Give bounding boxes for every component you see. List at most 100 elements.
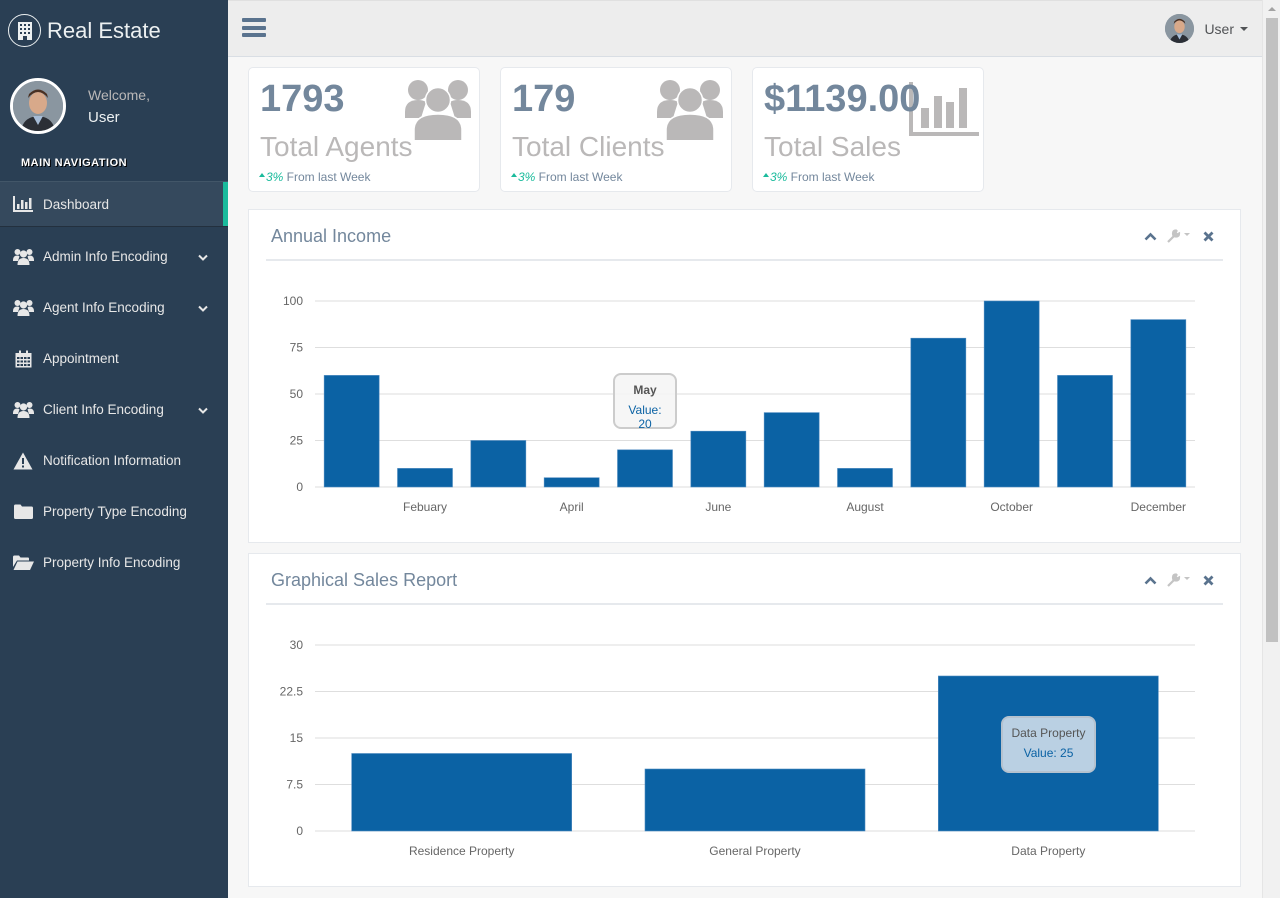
- close-icon[interactable]: [1203, 231, 1214, 242]
- close-icon[interactable]: [1203, 575, 1214, 586]
- y-tick-label: 100: [283, 294, 303, 308]
- brand[interactable]: Real Estate: [8, 14, 161, 47]
- app-title: Real Estate: [47, 17, 161, 43]
- bar-general-property[interactable]: [644, 768, 866, 832]
- panel-title: Annual Income: [271, 226, 392, 246]
- panel-divider: [266, 259, 1223, 261]
- tile-change: 3%: [770, 170, 788, 184]
- folder-icon: [12, 504, 34, 519]
- tile-count: $1139.00: [764, 78, 921, 120]
- sidebar-item-label: Admin Info Encoding: [43, 249, 168, 264]
- chevron-down-icon: [198, 249, 208, 264]
- y-tick-label: 0: [296, 480, 303, 494]
- sidebar-item-label: Appointment: [43, 351, 119, 366]
- bar-september[interactable]: [910, 337, 967, 488]
- tile-change: 3%: [518, 170, 536, 184]
- tooltip-value: Value: 20: [628, 403, 662, 431]
- arrow-up-icon: [763, 173, 769, 177]
- tooltip-title: Data Property: [1011, 726, 1086, 740]
- avatar: [10, 78, 66, 134]
- tile-change: 3%: [266, 170, 284, 184]
- arrow-up-icon: [259, 173, 265, 177]
- bar-october[interactable]: [983, 300, 1040, 488]
- main-navigation: Dashboard Admin Info Encoding Agent Info…: [0, 181, 228, 588]
- users-icon: [12, 299, 34, 316]
- sidebar-item-label: Dashboard: [43, 196, 110, 212]
- sidebar-item-admin-info-encoding[interactable]: Admin Info Encoding: [0, 231, 228, 282]
- bar-june[interactable]: [690, 430, 747, 488]
- sidebar-item-label: Property Info Encoding: [43, 555, 181, 570]
- wrench-settings-icon[interactable]: [1167, 573, 1193, 587]
- user-menu-dropdown[interactable]: User: [1165, 14, 1248, 43]
- y-tick-label: 0: [296, 824, 303, 838]
- panel-graphical-sales-report: 0 7.5 15 22.5 30 Residence Property General Pr…: [248, 553, 1241, 887]
- tooltip-value: Value: 25: [1023, 746, 1074, 760]
- x-tick-label: December: [1131, 500, 1186, 514]
- calendar-icon: [12, 350, 34, 368]
- chevron-down-icon: [198, 402, 208, 417]
- users-icon: [405, 78, 471, 145]
- tile-footer-text: From last Week: [283, 170, 371, 184]
- bar-july[interactable]: [763, 412, 820, 488]
- collapse-chevron-up-icon[interactable]: [1144, 232, 1157, 241]
- sidebar-item-label: Client Info Encoding: [43, 402, 164, 417]
- bar-chart-icon: [12, 196, 34, 212]
- profile-name: User: [88, 108, 120, 126]
- sidebar-item-property-info-encoding[interactable]: Property Info Encoding: [0, 537, 228, 588]
- tile-footer: 3% From last Week: [259, 170, 370, 184]
- welcome-text: Welcome,: [88, 86, 150, 103]
- bar-march[interactable]: [470, 440, 527, 488]
- chart-tooltip: May Value: 20: [613, 373, 677, 431]
- menu-toggle-button[interactable]: [242, 18, 266, 40]
- sidebar: Real Estate Welcome, User MAIN NAVIGATIO…: [0, 0, 228, 898]
- tile-label: Total Agents: [260, 131, 413, 162]
- sidebar-item-notification-information[interactable]: Notification Information: [0, 435, 228, 486]
- bar-august[interactable]: [837, 468, 893, 488]
- users-icon: [12, 248, 34, 265]
- x-tick-label: August: [846, 500, 884, 514]
- page-scrollbar[interactable]: [1262, 0, 1280, 898]
- nav-heading: MAIN NAVIGATION: [21, 157, 128, 169]
- panel-toolbox: [1144, 573, 1214, 587]
- scroll-up-arrow-icon[interactable]: [1268, 7, 1276, 11]
- bar-residence-property[interactable]: [351, 753, 572, 832]
- sidebar-item-client-info-encoding[interactable]: Client Info Encoding: [0, 384, 228, 435]
- tile-total-clients: 179 Total Clients 3% From last Week: [500, 67, 732, 192]
- chevron-down-icon: [198, 300, 208, 315]
- user-name: User: [1204, 20, 1234, 37]
- y-tick-label: 15: [290, 731, 304, 745]
- x-tick-label: June: [705, 500, 731, 514]
- warning-icon: [12, 452, 34, 470]
- folder-open-icon: [12, 555, 34, 570]
- y-tick-label: 30: [290, 638, 304, 652]
- sidebar-item-property-type-encoding[interactable]: Property Type Encoding: [0, 486, 228, 537]
- top-navbar: User: [228, 0, 1262, 57]
- wrench-settings-icon[interactable]: [1167, 229, 1193, 243]
- chart-tooltip: Data Property Value: 25: [1001, 716, 1096, 773]
- hamburger-icon-bar: [242, 33, 266, 37]
- x-tick-label: Data Property: [1011, 844, 1085, 858]
- bar-febuary[interactable]: [397, 468, 453, 488]
- tile-footer: 3% From last Week: [511, 170, 622, 184]
- tile-count: 179: [512, 78, 576, 120]
- sidebar-item-label: Property Type Encoding: [43, 504, 187, 519]
- bar-january[interactable]: [323, 375, 380, 488]
- sidebar-item-dashboard[interactable]: Dashboard: [0, 181, 228, 227]
- panel-annual-income: 0 25 50 75 100 Febuary April June August October D…: [248, 209, 1241, 543]
- bar-november[interactable]: [1057, 375, 1113, 488]
- sidebar-item-agent-info-encoding[interactable]: Agent Info Encoding: [0, 282, 228, 333]
- y-tick-label: 22.5: [280, 685, 304, 699]
- panel-toolbox: [1144, 229, 1214, 243]
- scroll-thumb[interactable]: [1266, 18, 1278, 642]
- x-tick-label: Residence Property: [409, 844, 514, 858]
- arrow-up-icon: [511, 173, 517, 177]
- bar-may[interactable]: [617, 449, 673, 488]
- sidebar-item-appointment[interactable]: Appointment: [0, 333, 228, 384]
- panel-title: Graphical Sales Report: [271, 570, 458, 590]
- bar-december[interactable]: [1130, 319, 1187, 488]
- collapse-chevron-up-icon[interactable]: [1144, 576, 1157, 585]
- tile-footer: 3% From last Week: [763, 170, 874, 184]
- bar-april[interactable]: [543, 477, 600, 488]
- tile-label: Total Sales: [764, 131, 901, 162]
- tooltip-title: May: [633, 383, 657, 397]
